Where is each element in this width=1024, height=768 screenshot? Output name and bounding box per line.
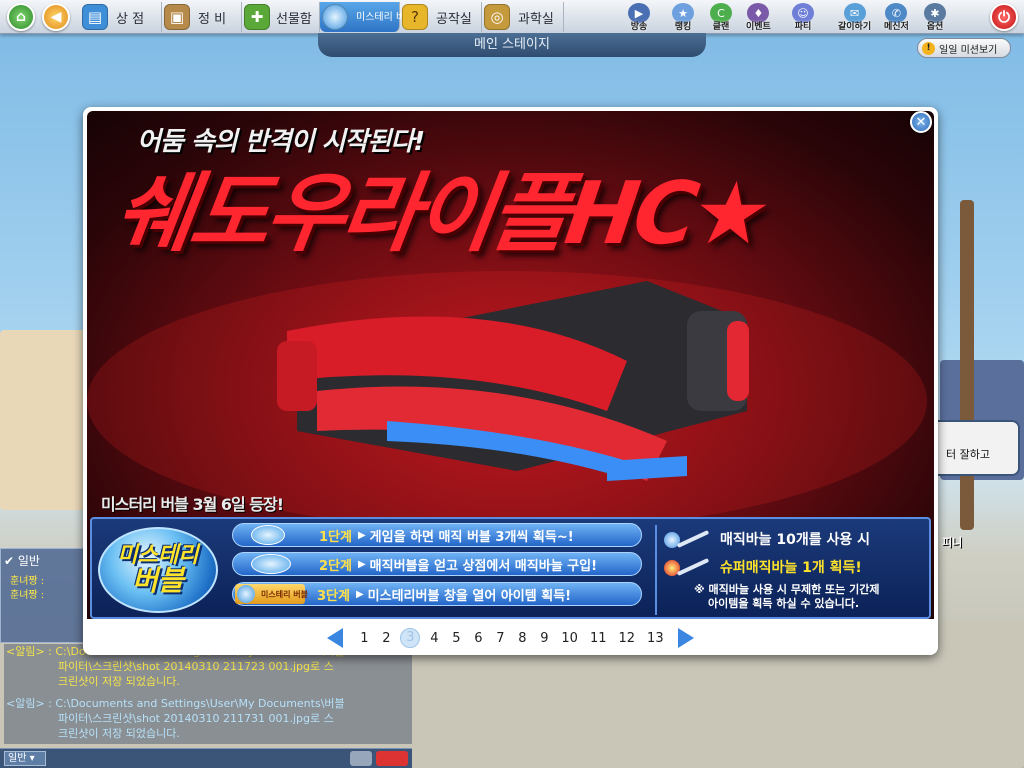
together-button[interactable]: ✉ 같이하기 (838, 3, 871, 33)
step-3: 미스테리 버블 3단계 ▶ 미스테리버블 창을 열어 아이템 획득! (232, 582, 642, 606)
play-arrow-icon: ▶ (357, 529, 366, 541)
top-menu-bar: ⌂ ◀ ▤ 상 점 ▣ 정 비 ✚ 선물함 미스테리 버블 ? 공작실 ◎ 과학… (0, 0, 1024, 34)
home-button[interactable]: ⌂ (7, 3, 35, 31)
page-4[interactable]: 4 (429, 631, 439, 646)
page-9[interactable]: 9 (539, 631, 549, 646)
log-line: 크린샷이 저장 되었습니다. (58, 727, 180, 740)
lightbulb-icon: ? (402, 4, 428, 30)
nav-equip[interactable]: ▣ 정 비 (162, 2, 242, 32)
super-needle-line: 슈퍼매직바늘 1개 획득! (664, 557, 862, 577)
emoticon-button[interactable] (350, 751, 372, 766)
nav-shop[interactable]: ▤ 상 점 (80, 2, 162, 32)
rank-button[interactable]: ★ 랭킹 (672, 3, 694, 33)
page-10[interactable]: 10 (561, 631, 578, 646)
log-line: 파이터\스크린샷\shot 20140310 211731 001.jpg로 스 (58, 712, 334, 725)
step-1: 1단계 ▶ 게임을 하면 매직 버블 3개씩 획득~! (232, 523, 642, 547)
option-button[interactable]: ✱ 옵션 (924, 3, 946, 33)
gift-icon: ✚ (244, 4, 270, 30)
lab-icon: ◎ (484, 4, 510, 30)
nav-mystery-bubble[interactable]: 미스테리 버블 (320, 2, 414, 32)
sound-button[interactable] (376, 751, 408, 766)
event-button[interactable]: ♦ 이벤트 (746, 3, 771, 33)
page-13[interactable]: 13 (647, 631, 664, 646)
shop-icon: ▤ (82, 4, 108, 30)
messenger-button[interactable]: ✆ 메신저 (884, 3, 909, 33)
prev-page-button[interactable] (327, 628, 344, 648)
chat-line: 훈녀짱 : (10, 576, 45, 587)
step-2: 2단계 ▶ 매직버블을 얻고 상점에서 매직바늘 구입! (232, 552, 642, 576)
chat-log: <알림> : C:\Documents and Settings\User\My… (4, 644, 412, 744)
chat-input-bar: 일반 ▾ (0, 748, 412, 768)
page-12[interactable]: 12 (619, 631, 636, 646)
page-1[interactable]: 1 (359, 631, 369, 646)
background-pole (960, 200, 974, 530)
needle-reward-line: 매직바늘 10개를 사용 시 (664, 529, 870, 549)
page-2[interactable]: 2 (381, 631, 391, 646)
log-line: 크린샷이 저장 되었습니다. (58, 675, 180, 688)
banner-title: 쉐도우라이플HC★ (108, 164, 774, 264)
mystery-bubble-logo: 미스테리 버블 (98, 527, 218, 613)
mystery-bubble-badge: 미스테리 버블 (235, 584, 308, 604)
next-page-button[interactable] (677, 628, 694, 648)
chat-mode-select[interactable]: 일반 ▾ (4, 751, 46, 766)
background-house (0, 330, 90, 510)
super-needle-icon (664, 557, 710, 577)
log-line: <알림> : C:\Documents and Settings\User\My… (6, 697, 345, 710)
page-11[interactable]: 11 (590, 631, 607, 646)
close-button[interactable]: ✕ (910, 111, 932, 133)
play-arrow-icon: ▶ (357, 558, 366, 570)
bubble-icon (251, 525, 285, 545)
banner-date: 미스터리 버블 3월 6일 등장! (101, 495, 284, 514)
backpack-icon: ▣ (164, 4, 190, 30)
chat-line: 훈녀짱 : (10, 590, 45, 601)
home-icon: ⌂ (15, 9, 27, 25)
power-button[interactable]: ⏻ (990, 3, 1018, 31)
npc-speech-bubble: 터 잘하고 (930, 420, 1020, 476)
panel-divider (655, 525, 657, 615)
chat-tab-general[interactable]: ✔ 일반 (4, 552, 40, 569)
daily-mission-button[interactable]: ! 일일 미션보기 (917, 38, 1011, 58)
check-icon: ✔ (4, 554, 15, 568)
page-5[interactable]: 5 (451, 631, 461, 646)
back-arrow-icon: ◀ (50, 9, 62, 25)
stage-title: 메인 스테이지 (318, 33, 706, 57)
nav-lab[interactable]: ◎ 과학실 (482, 2, 564, 32)
log-line: 파이터\스크린샷\shot 20140310 211723 001.jpg로 스 (58, 660, 334, 673)
event-popup: 어둠 속의 반격이 시작된다! 쉐도우라이플HC★ 미스터리 버블 3월 6일 … (83, 107, 938, 655)
back-button[interactable]: ◀ (42, 3, 70, 31)
page-6[interactable]: 6 (473, 631, 483, 646)
needle-icon (251, 554, 291, 574)
alert-icon: ! (922, 41, 935, 55)
pagination: 1 2 3 4 5 6 7 8 9 10 11 12 13 (83, 625, 938, 651)
page-7[interactable]: 7 (495, 631, 505, 646)
page-8[interactable]: 8 (517, 631, 527, 646)
power-icon: ⏻ (998, 8, 1010, 26)
bubble-icon (322, 4, 348, 30)
party-button[interactable]: ☺ 파티 (792, 3, 814, 33)
close-icon: ✕ (915, 114, 927, 130)
reward-note: ※ 매직바늘 사용 시 무제한 또는 기간제 아이템을 획득 하실 수 있습니다… (694, 583, 880, 610)
page-3[interactable]: 3 (400, 628, 421, 648)
nav-workshop[interactable]: ? 공작실 (400, 2, 482, 32)
play-arrow-icon: ▶ (355, 588, 364, 600)
npc-name: 피니 (942, 536, 963, 549)
info-panel: 미스테리 버블 1단계 ▶ 게임을 하면 매직 버블 3개씩 획득~! 2단계 … (90, 517, 931, 619)
page-list: 1 2 3 4 5 6 7 8 9 10 11 12 13 (353, 628, 669, 648)
nav-gift[interactable]: ✚ 선물함 (242, 2, 320, 32)
magic-needle-icon (664, 529, 710, 549)
clan-button[interactable]: C 클랜 (710, 3, 732, 33)
broadcast-button[interactable]: ▶ 방송 (628, 3, 650, 33)
